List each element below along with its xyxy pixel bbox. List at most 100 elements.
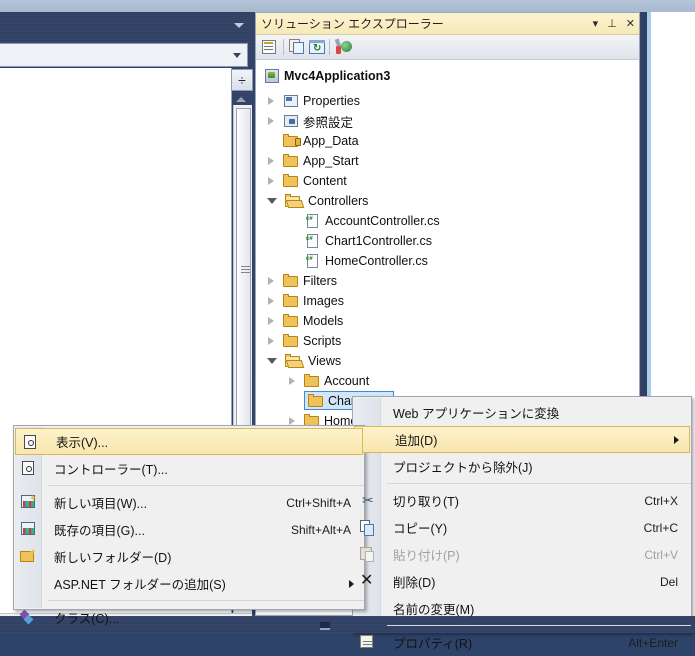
chevron-down-icon[interactable] bbox=[233, 53, 241, 58]
toolbar-separator bbox=[329, 39, 330, 55]
menu-item-add[interactable]: 追加(D) bbox=[354, 426, 690, 453]
show-all-files-icon[interactable] bbox=[289, 39, 306, 56]
menu-item-new-item[interactable]: ✦ 新しい項目(W)... Ctrl+Shift+A bbox=[14, 489, 364, 516]
tree-node-label: Controllers bbox=[308, 194, 369, 208]
new-item-icon: ✦ bbox=[20, 493, 37, 510]
menu-separator bbox=[48, 600, 364, 601]
chevron-right-icon[interactable] bbox=[268, 157, 274, 165]
scroll-up-arrow[interactable] bbox=[236, 94, 248, 104]
tree-node-properties[interactable]: Properties bbox=[268, 91, 360, 111]
menu-item-shortcut: Del bbox=[659, 574, 678, 589]
context-menu: Web アプリケーションに変換 追加(D) プロジェクトから除外(J) ✂ 切り… bbox=[352, 396, 692, 651]
tree-node-project[interactable]: Mvc4Application3 bbox=[264, 66, 390, 86]
tree-node-images[interactable]: Images bbox=[268, 291, 344, 311]
splitter-button[interactable]: ÷ bbox=[231, 69, 253, 91]
project-icon bbox=[264, 68, 280, 84]
tree-node-models[interactable]: Models bbox=[268, 311, 343, 331]
tree-node-label: Scripts bbox=[303, 334, 342, 348]
menu-item-copy[interactable]: コピー(Y) Ctrl+C bbox=[353, 514, 691, 541]
window-buttons: ▾ ⊥ ✕ bbox=[593, 13, 635, 35]
chevron-down-icon[interactable] bbox=[267, 358, 277, 364]
tree-node-label: 参照設定 bbox=[303, 115, 354, 130]
folder-icon bbox=[283, 153, 299, 169]
menu-item-label: 名前の変更(M) bbox=[393, 603, 475, 617]
tree-node-content[interactable]: Content bbox=[268, 171, 347, 191]
menu-item-convert-to-web-app[interactable]: Web アプリケーションに変換 bbox=[353, 399, 691, 426]
tree-node-app-start[interactable]: App_Start bbox=[268, 151, 359, 171]
menu-item-new-folder[interactable]: ✦ 新しいフォルダー(D) bbox=[14, 543, 364, 570]
tree-node-label: Content bbox=[303, 174, 347, 188]
tree-node-scripts[interactable]: Scripts bbox=[268, 331, 341, 351]
menu-item-delete[interactable]: ✕ 削除(D) Del bbox=[353, 568, 691, 595]
tree-node-account[interactable]: Account bbox=[289, 371, 369, 391]
tree-node-app-data[interactable]: App_Data bbox=[283, 131, 359, 151]
folder-open-icon bbox=[285, 193, 301, 209]
properties-icon[interactable] bbox=[261, 39, 278, 56]
menu-item-shortcut: Shift+Alt+A bbox=[290, 522, 351, 537]
chevron-right-icon[interactable] bbox=[268, 97, 274, 105]
menu-item-label: ASP.NET フォルダーの追加(S) bbox=[54, 578, 226, 592]
tree-node-label: Mvc4Application3 bbox=[284, 69, 391, 83]
folder-icon bbox=[283, 313, 299, 329]
tree-node-filters[interactable]: Filters bbox=[268, 271, 337, 291]
solution-explorer-titlebar: ソリューション エクスプローラー ▾ ⊥ ✕ bbox=[256, 13, 639, 35]
chevron-right-icon[interactable] bbox=[289, 377, 295, 385]
menu-item-rename[interactable]: 名前の変更(M) bbox=[353, 595, 691, 622]
menu-item-label: 削除(D) bbox=[393, 576, 436, 590]
tree-node-account-controller[interactable]: AccountController.cs bbox=[305, 211, 440, 231]
menu-item-add-aspnet-folder[interactable]: ASP.NET フォルダーの追加(S) bbox=[14, 570, 364, 597]
toolbar-separator bbox=[283, 39, 284, 55]
menu-item-properties[interactable]: プロパティ(R) Alt+Enter bbox=[353, 629, 691, 656]
menu-item-add-class[interactable]: クラス(C)... bbox=[14, 604, 364, 631]
menu-item-cut[interactable]: ✂ 切り取り(T) Ctrl+X bbox=[353, 487, 691, 514]
tree-node-home-controller[interactable]: HomeController.cs bbox=[305, 251, 428, 271]
chevron-down-icon[interactable]: ▾ bbox=[593, 18, 599, 30]
menu-item-add-view[interactable]: 表示(V)... bbox=[15, 428, 363, 455]
scrollbar-thumb[interactable] bbox=[236, 108, 251, 433]
tree-node-label: Images bbox=[303, 294, 344, 308]
tree-node-label: Properties bbox=[303, 94, 360, 108]
properties-icon bbox=[283, 93, 299, 109]
view-page-icon bbox=[22, 434, 38, 450]
csharp-file-icon bbox=[305, 253, 321, 269]
tree-node-views[interactable]: Views bbox=[267, 351, 341, 371]
menu-item-existing-item[interactable]: 既存の項目(G)... Shift+Alt+A bbox=[14, 516, 364, 543]
close-icon[interactable]: ✕ bbox=[626, 18, 635, 30]
tree-node-label: Models bbox=[303, 314, 344, 328]
pin-icon[interactable]: ⊥ bbox=[607, 18, 617, 30]
chevron-down-icon[interactable] bbox=[267, 198, 277, 204]
menu-item-label: 貼り付け(P) bbox=[393, 549, 460, 563]
chevron-right-icon[interactable] bbox=[268, 337, 274, 345]
menu-item-shortcut: Ctrl+X bbox=[644, 493, 678, 508]
chevron-right-icon bbox=[674, 435, 679, 444]
screen-root: ÷ ソリューション エクスプローラー ▾ ⊥ ✕ ↻ Mvc4Applicati… bbox=[0, 0, 695, 651]
tree-node-controllers[interactable]: Controllers bbox=[267, 191, 368, 211]
folder-icon bbox=[283, 333, 299, 349]
chevron-down-icon[interactable] bbox=[234, 23, 244, 28]
tree-node-label: App_Data bbox=[303, 134, 359, 148]
chevron-right-icon[interactable] bbox=[268, 177, 274, 185]
tree-node-references[interactable]: 参照設定 bbox=[268, 111, 353, 131]
chevron-right-icon[interactable] bbox=[268, 117, 274, 125]
menu-item-label: クラス(C)... bbox=[54, 612, 120, 626]
menu-item-add-controller[interactable]: コントローラー(T)... bbox=[14, 455, 364, 482]
chevron-right-icon[interactable] bbox=[289, 417, 295, 425]
solution-explorer-title: ソリューション エクスプローラー bbox=[261, 17, 444, 31]
tree-node-label: HomeController.cs bbox=[325, 254, 428, 268]
chevron-right-icon[interactable] bbox=[268, 297, 274, 305]
chevron-right-icon[interactable] bbox=[268, 277, 274, 285]
menu-item-label: プロジェクトから除外(J) bbox=[393, 461, 533, 475]
menu-item-label: 追加(D) bbox=[395, 434, 438, 448]
add-submenu: 表示(V)... コントローラー(T)... ✦ 新しい項目(W)... Ctr… bbox=[13, 425, 365, 626]
menu-item-exclude-from-project[interactable]: プロジェクトから除外(J) bbox=[353, 453, 691, 480]
tree-node-label: Account bbox=[324, 374, 370, 388]
folder-icon bbox=[283, 293, 299, 309]
tree-node-label: App_Start bbox=[303, 154, 359, 168]
refresh-icon[interactable]: ↻ bbox=[309, 39, 326, 56]
view-in-browser-icon[interactable] bbox=[334, 38, 352, 56]
left-panel-combobox[interactable] bbox=[0, 43, 248, 67]
chevron-right-icon[interactable] bbox=[268, 317, 274, 325]
chevron-right-icon bbox=[349, 579, 354, 588]
class-icon bbox=[20, 609, 36, 625]
tree-node-chart1-controller[interactable]: Chart1Controller.cs bbox=[305, 231, 432, 251]
